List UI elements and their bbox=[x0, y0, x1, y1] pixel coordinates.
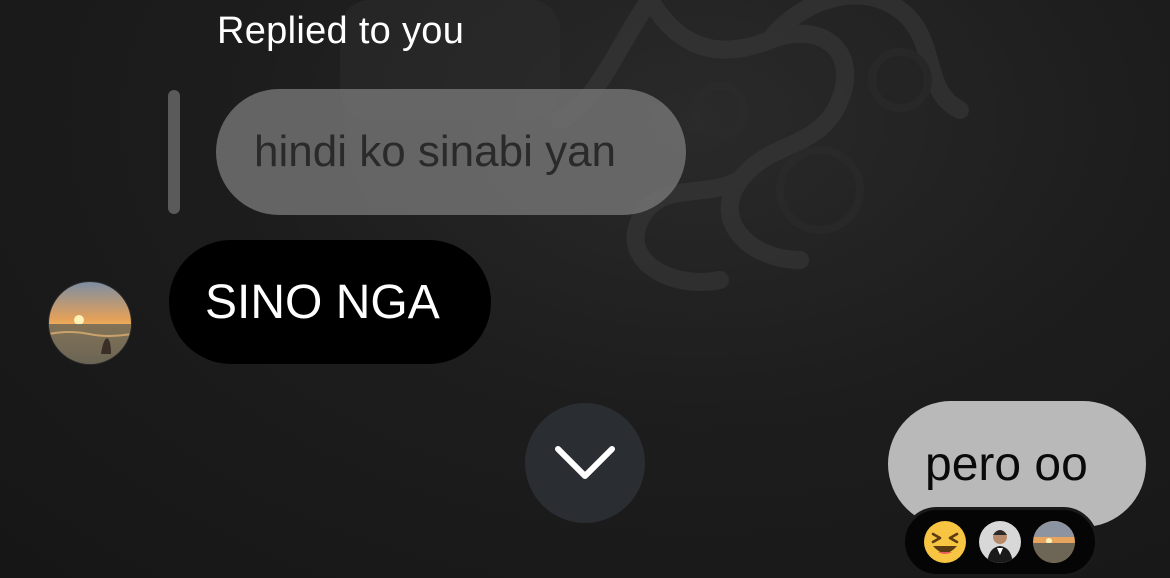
sunset-beach-avatar-icon bbox=[49, 282, 131, 364]
received-message-text: SINO NGA bbox=[205, 275, 440, 329]
reactor-avatar-sunset bbox=[1033, 521, 1075, 563]
quoted-message-bubble[interactable]: hindi ko sinabi yan bbox=[216, 89, 686, 215]
chevron-down-icon bbox=[555, 446, 615, 479]
laughing-squinting-emoji-icon bbox=[924, 521, 966, 563]
received-message-bubble[interactable]: SINO NGA bbox=[169, 240, 491, 364]
sender-avatar[interactable] bbox=[49, 282, 131, 364]
reply-caption: Replied to you bbox=[217, 10, 465, 52]
reactor-avatar-man bbox=[979, 521, 1021, 563]
reply-indicator-bar bbox=[168, 90, 180, 214]
quoted-message-text: hindi ko sinabi yan bbox=[254, 127, 617, 176]
person-avatar-icon bbox=[979, 521, 1021, 563]
chat-thread: Replied to you hindi ko sinabi yan SINO … bbox=[0, 0, 1170, 578]
sunset-avatar-icon bbox=[1033, 521, 1075, 563]
scroll-to-bottom-button[interactable] bbox=[525, 403, 645, 523]
sent-message-text: pero oo bbox=[925, 437, 1088, 491]
message-reactions[interactable] bbox=[902, 507, 1098, 577]
